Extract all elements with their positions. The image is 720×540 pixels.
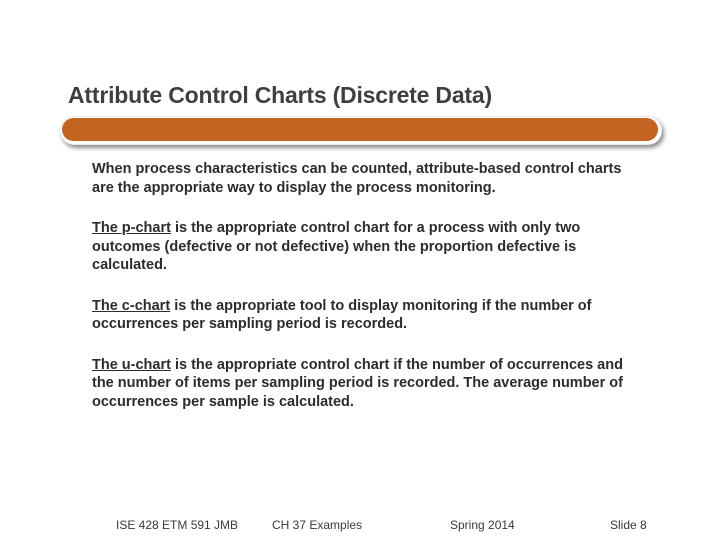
slide-body: When process characteristics can be coun… [92,160,642,433]
c-chart-lead: The c-chart [92,298,170,314]
footer-slide-number: Slide 8 [610,518,647,532]
u-chart-lead: The u-chart [92,357,171,373]
footer-term: Spring 2014 [450,518,515,532]
p-chart-lead: The p-chart [92,220,171,236]
u-chart-paragraph: The u-chart is the appropriate control c… [92,356,642,412]
slide: Attribute Control Charts (Discrete Data)… [0,0,720,540]
footer-chapter: CH 37 Examples [272,518,362,532]
intro-paragraph: When process characteristics can be coun… [92,160,642,197]
slide-title-block: Attribute Control Charts (Discrete Data) [68,82,658,109]
title-accent-bar [62,118,658,141]
u-chart-text: is the appropriate control chart if the … [92,357,623,410]
slide-title: Attribute Control Charts (Discrete Data) [68,82,658,109]
footer-course: ISE 428 ETM 591 JMB [116,518,238,532]
p-chart-paragraph: The p-chart is the appropriate control c… [92,219,642,275]
c-chart-paragraph: The c-chart is the appropriate tool to d… [92,297,642,334]
